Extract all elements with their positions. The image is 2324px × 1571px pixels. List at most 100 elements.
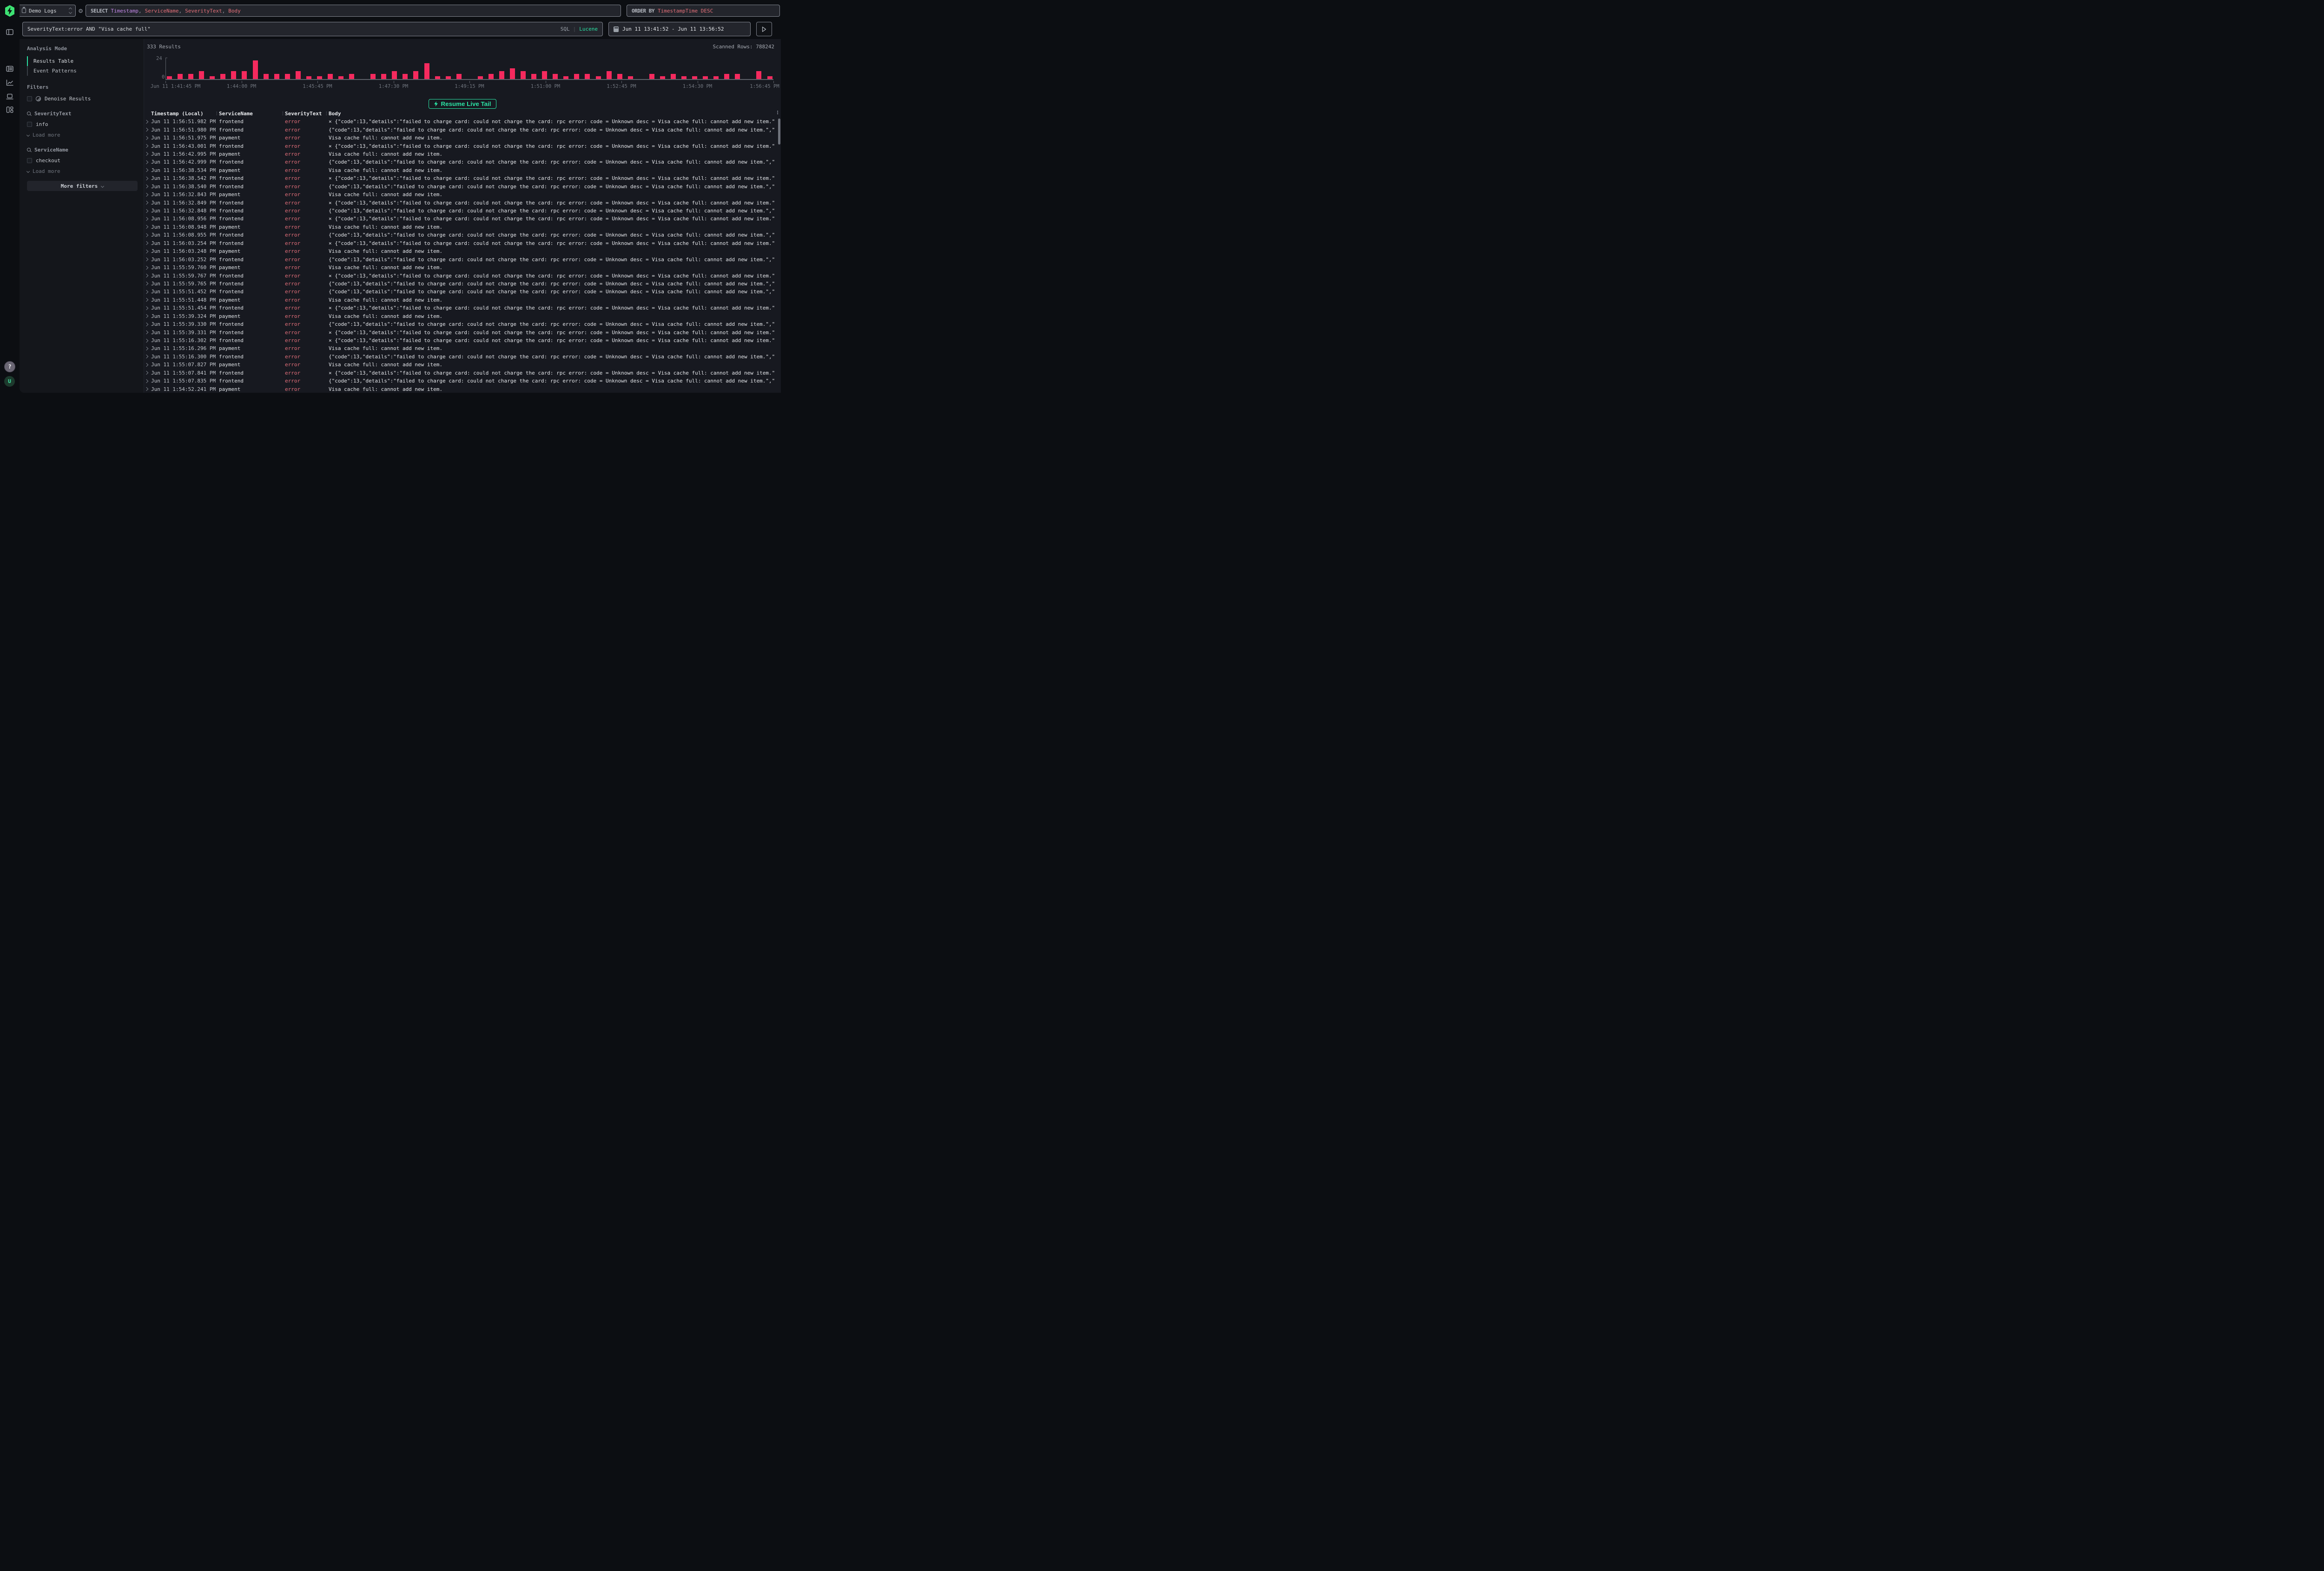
load-more-severitytext[interactable]: Load more	[27, 131, 138, 139]
row-expand-chevron-icon[interactable]	[145, 152, 148, 156]
row-expand-chevron-icon[interactable]	[145, 387, 148, 391]
source-select[interactable]: Demo Logs	[18, 5, 76, 17]
table-row[interactable]: Jun 11 1:55:59.760 PMpaymenterrorVisa ca…	[144, 264, 774, 271]
table-row[interactable]: Jun 11 1:56:51.982 PMfrontenderror× {"co…	[144, 118, 774, 125]
table-row[interactable]: Jun 11 1:55:39.330 PMfrontenderror{"code…	[144, 320, 774, 328]
query-language-toggle[interactable]: SQL | Lucene	[561, 26, 598, 32]
order-by-input[interactable]: ORDER BY TimestampTime DESC	[627, 5, 780, 17]
column-timestamp[interactable]: Timestamp (Local)	[151, 111, 219, 117]
load-more-servicename[interactable]: Load more	[27, 167, 138, 175]
app-logo-icon[interactable]	[5, 5, 14, 17]
table-row[interactable]: Jun 11 1:56:03.252 PMfrontenderror{"code…	[144, 255, 774, 263]
table-row[interactable]: Jun 11 1:55:07.841 PMfrontenderror× {"co…	[144, 369, 774, 377]
denoise-checkbox[interactable]	[27, 96, 32, 101]
row-expand-chevron-icon[interactable]	[145, 192, 148, 196]
row-expand-chevron-icon[interactable]	[145, 257, 148, 261]
table-row[interactable]: Jun 11 1:56:08.956 PMfrontenderror× {"co…	[144, 215, 774, 223]
row-expand-chevron-icon[interactable]	[145, 168, 148, 172]
row-expand-chevron-icon[interactable]	[145, 136, 148, 139]
table-row[interactable]: Jun 11 1:55:51.448 PMpaymenterrorVisa ca…	[144, 296, 774, 304]
mode-event-patterns[interactable]: Event Patterns	[27, 66, 138, 76]
row-expand-chevron-icon[interactable]	[145, 355, 148, 358]
table-row[interactable]: Jun 11 1:56:38.542 PMfrontenderror× {"co…	[144, 174, 774, 182]
column-severitytext[interactable]: SeverityText	[285, 111, 329, 117]
table-row[interactable]: Jun 11 1:54:52.241 PMpaymenterrorVisa ca…	[144, 385, 774, 393]
table-row[interactable]: Jun 11 1:56:32.843 PMpaymenterrorVisa ca…	[144, 191, 774, 198]
row-expand-chevron-icon[interactable]	[145, 201, 148, 205]
more-filters-button[interactable]: More filters	[27, 181, 138, 191]
row-expand-chevron-icon[interactable]	[145, 379, 148, 383]
event-feed-icon[interactable]	[6, 66, 13, 72]
row-expand-chevron-icon[interactable]	[145, 249, 148, 253]
chart-explorer-icon[interactable]	[6, 79, 13, 86]
filter-checkbox[interactable]	[27, 158, 32, 163]
column-body[interactable]: Body	[329, 111, 774, 117]
filter-checkbox[interactable]	[27, 122, 32, 127]
table-row[interactable]: Jun 11 1:56:42.999 PMfrontenderror{"code…	[144, 158, 774, 166]
column-servicename[interactable]: ServiceName	[219, 111, 285, 117]
language-option-lucene[interactable]: Lucene	[579, 26, 598, 32]
row-expand-chevron-icon[interactable]	[145, 322, 148, 326]
client-sessions-icon[interactable]	[6, 93, 13, 100]
row-expand-chevron-icon[interactable]	[145, 347, 148, 350]
row-expand-chevron-icon[interactable]	[145, 371, 148, 375]
table-row[interactable]: Jun 11 1:55:59.767 PMfrontenderror× {"co…	[144, 271, 774, 279]
table-row[interactable]: Jun 11 1:56:38.534 PMpaymenterrorVisa ca…	[144, 166, 774, 174]
row-expand-chevron-icon[interactable]	[145, 128, 148, 132]
table-row[interactable]: Jun 11 1:55:51.454 PMfrontenderror× {"co…	[144, 304, 774, 312]
table-row[interactable]: Jun 11 1:55:07.827 PMpaymenterrorVisa ca…	[144, 361, 774, 369]
table-row[interactable]: Jun 11 1:56:32.849 PMfrontenderror× {"co…	[144, 198, 774, 206]
time-range-picker[interactable]: Jun 11 13:41:52 - Jun 11 13:56:52	[608, 22, 751, 36]
select-columns-input[interactable]: SELECT Timestamp,ServiceName,SeverityTex…	[86, 5, 621, 17]
row-expand-chevron-icon[interactable]	[145, 314, 148, 318]
table-row[interactable]: Jun 11 1:55:16.296 PMpaymenterrorVisa ca…	[144, 344, 774, 352]
filter-option-checkout[interactable]: checkout	[27, 157, 138, 165]
table-row[interactable]: Jun 11 1:56:42.995 PMpaymenterrorVisa ca…	[144, 150, 774, 158]
row-expand-chevron-icon[interactable]	[145, 185, 148, 188]
row-expand-chevron-icon[interactable]	[145, 209, 148, 212]
row-expand-chevron-icon[interactable]	[145, 225, 148, 229]
mode-results-table[interactable]: Results Table	[27, 56, 138, 66]
table-row[interactable]: Jun 11 1:56:08.948 PMpaymenterrorVisa ca…	[144, 223, 774, 231]
sidebar-toggle-icon[interactable]	[6, 29, 13, 35]
table-row[interactable]: Jun 11 1:55:07.835 PMfrontenderror{"code…	[144, 377, 774, 385]
row-expand-chevron-icon[interactable]	[145, 119, 148, 123]
table-row[interactable]: Jun 11 1:55:39.331 PMfrontenderror× {"co…	[144, 328, 774, 336]
row-expand-chevron-icon[interactable]	[145, 282, 148, 285]
denoise-results-toggle[interactable]: Denoise Results	[27, 95, 138, 103]
row-expand-chevron-icon[interactable]	[145, 144, 148, 148]
results-histogram[interactable]: Jun 11 1:41:45 PM1:44:00 PM1:45:45 PM1:4…	[165, 58, 773, 80]
table-row[interactable]: Jun 11 1:55:59.765 PMfrontenderror{"code…	[144, 280, 774, 288]
row-expand-chevron-icon[interactable]	[145, 160, 148, 164]
table-row[interactable]: Jun 11 1:55:16.300 PMfrontenderror{"code…	[144, 353, 774, 361]
help-button[interactable]: ?	[4, 361, 15, 372]
search-input[interactable]	[27, 26, 557, 32]
table-row[interactable]: Jun 11 1:55:51.452 PMfrontenderror{"code…	[144, 288, 774, 296]
row-expand-chevron-icon[interactable]	[145, 241, 148, 245]
table-row[interactable]: Jun 11 1:56:32.848 PMfrontenderror{"code…	[144, 207, 774, 215]
dashboards-icon[interactable]	[6, 106, 13, 113]
table-row[interactable]: Jun 11 1:56:43.001 PMfrontenderror× {"co…	[144, 142, 774, 150]
table-row[interactable]: Jun 11 1:56:03.248 PMpaymenterrorVisa ca…	[144, 247, 774, 255]
source-settings-gear-icon[interactable]: ⚙	[79, 6, 83, 15]
table-row[interactable]: Jun 11 1:56:38.540 PMfrontenderror{"code…	[144, 183, 774, 191]
filter-option-info[interactable]: info	[27, 120, 138, 128]
row-expand-chevron-icon[interactable]	[145, 298, 148, 302]
table-row[interactable]: Jun 11 1:56:08.955 PMfrontenderror{"code…	[144, 231, 774, 239]
row-expand-chevron-icon[interactable]	[145, 363, 148, 367]
table-row[interactable]: Jun 11 1:55:39.324 PMpaymenterrorVisa ca…	[144, 312, 774, 320]
vertical-scrollbar[interactable]	[778, 119, 780, 145]
column-options-icon[interactable]: ⁞	[774, 110, 781, 118]
user-avatar[interactable]: U	[4, 376, 15, 387]
filter-group-header[interactable]: ServiceName	[27, 145, 138, 154]
row-expand-chevron-icon[interactable]	[145, 330, 148, 334]
table-row[interactable]: Jun 11 1:56:03.254 PMfrontenderror× {"co…	[144, 239, 774, 247]
table-row[interactable]: Jun 11 1:56:51.975 PMpaymenterrorVisa ca…	[144, 134, 774, 142]
row-expand-chevron-icon[interactable]	[145, 177, 148, 180]
table-row[interactable]: Jun 11 1:55:16.302 PMfrontenderror× {"co…	[144, 337, 774, 344]
filter-group-header[interactable]: SeverityText	[27, 109, 138, 118]
row-expand-chevron-icon[interactable]	[145, 338, 148, 342]
resume-live-tail-button[interactable]: Resume Live Tail	[429, 99, 497, 109]
table-row[interactable]: Jun 11 1:56:51.980 PMfrontenderror{"code…	[144, 125, 774, 133]
row-expand-chevron-icon[interactable]	[145, 290, 148, 294]
